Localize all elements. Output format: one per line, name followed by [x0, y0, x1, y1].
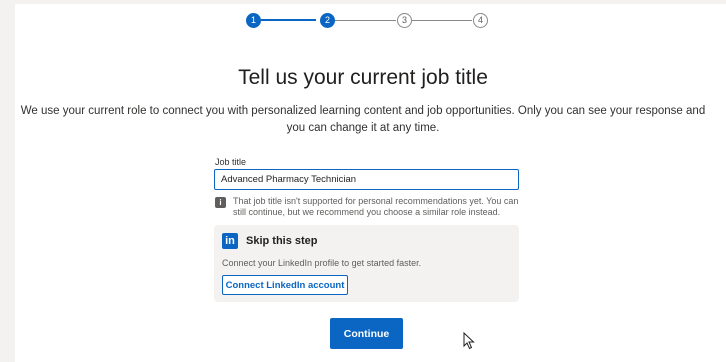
step-3: 3 — [397, 13, 412, 28]
skip-step-heading: Skip this step — [246, 235, 318, 247]
step-connector-2 — [335, 20, 396, 21]
progress-stepper: 1 2 3 4 — [0, 0, 726, 40]
job-title-warning-text: That job title isn't supported for perso… — [233, 196, 519, 217]
page-subtitle: We use your current role to connect you … — [20, 105, 706, 134]
skip-step-panel: in Skip this step Connect your LinkedIn … — [214, 225, 519, 302]
job-title-input[interactable] — [214, 169, 519, 190]
connect-linkedin-button[interactable]: Connect LinkedIn account — [222, 275, 348, 295]
page-title: Tell us your current job title — [238, 66, 488, 89]
step-1: 1 — [246, 13, 261, 28]
info-icon: i — [215, 197, 226, 208]
step-4: 4 — [473, 13, 488, 28]
step-connector-3 — [412, 20, 472, 21]
job-title-label: Job title — [215, 157, 247, 167]
step-2: 2 — [320, 13, 335, 28]
continue-button[interactable]: Continue — [330, 318, 403, 349]
mouse-pointer-icon — [463, 332, 475, 350]
step-connector-1 — [261, 19, 316, 21]
linkedin-icon: in — [222, 233, 238, 249]
skip-step-description: Connect your LinkedIn profile to get sta… — [222, 258, 422, 268]
